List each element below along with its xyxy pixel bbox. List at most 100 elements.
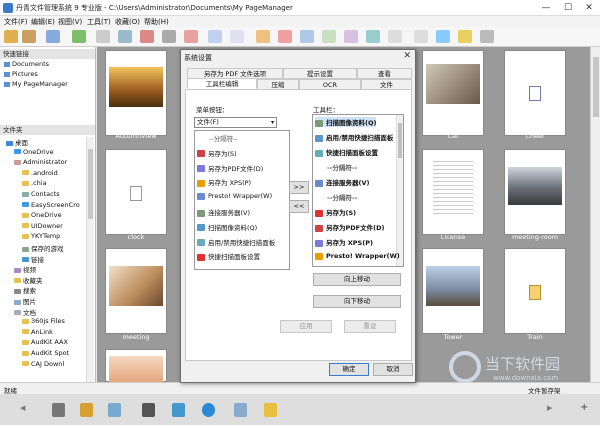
delete-icon[interactable] (184, 30, 198, 43)
list-item[interactable]: 快捷扫描面板设置 (315, 147, 378, 157)
menu-edit[interactable]: 编辑(E) (31, 17, 55, 27)
browser-icon[interactable] (202, 403, 215, 417)
paint-icon[interactable] (80, 403, 93, 417)
close-button[interactable]: ✕ (578, 0, 600, 16)
ok-button[interactable]: 确定 (329, 363, 369, 376)
remove-from-toolbar-button[interactable]: << (289, 200, 309, 213)
zoom-in-icon[interactable] (414, 30, 428, 43)
list-item[interactable]: 连接服务器(V) (315, 177, 369, 187)
separator-item[interactable]: --分隔符-- (327, 192, 357, 202)
thumbnail-partial[interactable] (105, 349, 167, 382)
menu-favorites[interactable]: 收藏(O) (115, 17, 140, 27)
scroll-thumb[interactable] (398, 123, 402, 158)
email-icon[interactable] (172, 403, 185, 417)
menu-help[interactable]: 帮助(H) (144, 17, 169, 27)
help-icon[interactable] (480, 30, 494, 43)
list-item[interactable]: 另存为PDF文件(D) (197, 163, 263, 173)
print-icon[interactable] (142, 403, 155, 417)
list-item[interactable]: 扫描图像资料(Q) (197, 222, 257, 232)
globe-icon[interactable] (436, 30, 450, 43)
list-item[interactable]: 另存为(S) (315, 207, 356, 217)
scroll-thumb[interactable] (88, 149, 93, 219)
tree-item[interactable]: 文档 (14, 307, 36, 317)
cancel-button[interactable]: 取消 (373, 363, 413, 376)
thumbnail-autumnview[interactable] (105, 50, 167, 136)
key-icon[interactable] (458, 30, 472, 43)
tab-toolbar-edit[interactable]: 工具栏编辑 (187, 78, 257, 89)
export-icon[interactable] (118, 30, 132, 43)
menu-file[interactable]: 文件(F) (4, 17, 28, 27)
printer-icon[interactable] (52, 403, 65, 417)
shelf-right-arrow[interactable]: ▶ (547, 404, 552, 412)
tree-item[interactable]: UIDowner (22, 222, 63, 230)
tab-prompt-settings[interactable]: 提示设置 (283, 68, 357, 79)
separator-item[interactable]: --分隔符-- (209, 133, 238, 143)
tree-item[interactable]: CAJ Downl (22, 360, 64, 368)
tree-item[interactable]: 视频 (14, 264, 36, 274)
merge-icon[interactable] (230, 30, 244, 43)
tree-item[interactable]: AnLink (22, 328, 53, 336)
split-icon[interactable] (208, 30, 222, 43)
list-item[interactable]: 连接服务器(V) (197, 207, 250, 217)
fax-icon[interactable] (108, 403, 121, 417)
view-icon[interactable] (366, 30, 380, 43)
tree-item[interactable]: 桌面 (6, 137, 28, 147)
list-item[interactable]: 另存为 XPS(P) (197, 177, 251, 187)
ftp-icon[interactable] (264, 403, 277, 417)
tree-item[interactable]: Contacts (22, 190, 60, 198)
page-icon[interactable] (162, 30, 176, 43)
tree-item[interactable]: 360js Files (22, 317, 65, 325)
stamp-icon[interactable] (256, 30, 270, 43)
list-item[interactable]: 扫描图像资料(Q) (315, 117, 377, 127)
tree-item[interactable]: .chia (22, 179, 47, 187)
tree-item[interactable]: Administrator (14, 158, 67, 166)
tree-item[interactable]: AudKit AAX (22, 338, 68, 346)
toolbar-buttons-list[interactable]: 扫描图像资料(Q) 启用/禁用快捷扫描面板 快捷扫描面板设置 --分隔符-- 连接服务器… (312, 114, 404, 267)
list-item[interactable]: 启用/禁用快捷扫描面板 (315, 132, 393, 142)
thumbnail-cat[interactable] (422, 50, 484, 136)
tree-item[interactable]: EasyScreenCro (22, 201, 80, 209)
pdf-icon[interactable] (140, 30, 154, 43)
menu-buttons-list[interactable]: --分隔符-- 另存为(S) 另存为PDF文件(D) 另存为 XPS(P) Presto… (194, 130, 290, 270)
left-scrollbar[interactable] (86, 137, 94, 382)
tree-item[interactable]: 链接 (22, 254, 44, 264)
move-down-button[interactable]: 向下移动 (313, 295, 401, 308)
minimize-button[interactable]: — (535, 0, 557, 16)
tree-item[interactable]: 图片 (14, 296, 36, 306)
maximize-button[interactable]: ☐ (557, 0, 579, 16)
tab-view[interactable]: 查看 (357, 68, 412, 79)
separator-item[interactable]: --分隔符-- (327, 162, 357, 172)
tree-item[interactable]: OneDrive (22, 211, 62, 219)
list-item[interactable]: 另存为PDF文件(D) (315, 222, 384, 232)
tree-item[interactable]: 保存的游戏 (22, 243, 64, 253)
tree-item[interactable]: 搜索 (14, 285, 36, 295)
tree-item[interactable]: YKYTemp (22, 232, 60, 240)
thumbnail-cheer[interactable] (504, 50, 566, 136)
shelf-left-arrow[interactable]: ◀ (20, 404, 25, 412)
thumbnail-meeting[interactable] (105, 248, 167, 334)
open-folder-icon[interactable] (4, 30, 18, 43)
add-shelf-button[interactable]: + (580, 402, 588, 413)
quick-link-documents[interactable]: Documents (4, 60, 49, 68)
folder-up-icon[interactable] (22, 30, 36, 43)
thumbnail-clock[interactable] (105, 149, 167, 235)
list-item[interactable]: 快捷扫描面板设置 (197, 251, 260, 261)
rotate-left-icon[interactable] (300, 30, 314, 43)
menu-view[interactable]: 视图(V) (58, 17, 82, 27)
tree-item[interactable]: 收藏夹 (14, 275, 43, 285)
tree-item[interactable]: AudKit Spot (22, 349, 69, 357)
thumbnail-tower[interactable] (422, 248, 484, 334)
document-icon[interactable] (234, 403, 247, 417)
gallery-scrollbar[interactable] (590, 47, 600, 382)
menu-select[interactable]: 文件(F) ▾ (194, 117, 277, 128)
thumbnail-train[interactable] (504, 248, 566, 334)
reset-button[interactable]: 重设 (344, 320, 396, 333)
acquire-icon[interactable] (72, 30, 86, 43)
list-item[interactable]: Presto! Wrapper(W) (315, 252, 400, 260)
list-item[interactable]: 另存为(S) (197, 148, 237, 158)
add-to-toolbar-button[interactable]: >> (289, 181, 309, 194)
list-item[interactable]: Presto! Wrapper(W) (197, 192, 272, 200)
scroll-thumb[interactable] (593, 57, 599, 117)
crop-icon[interactable] (344, 30, 358, 43)
list-item[interactable]: 启用/禁用快捷扫描面板 (197, 237, 275, 247)
